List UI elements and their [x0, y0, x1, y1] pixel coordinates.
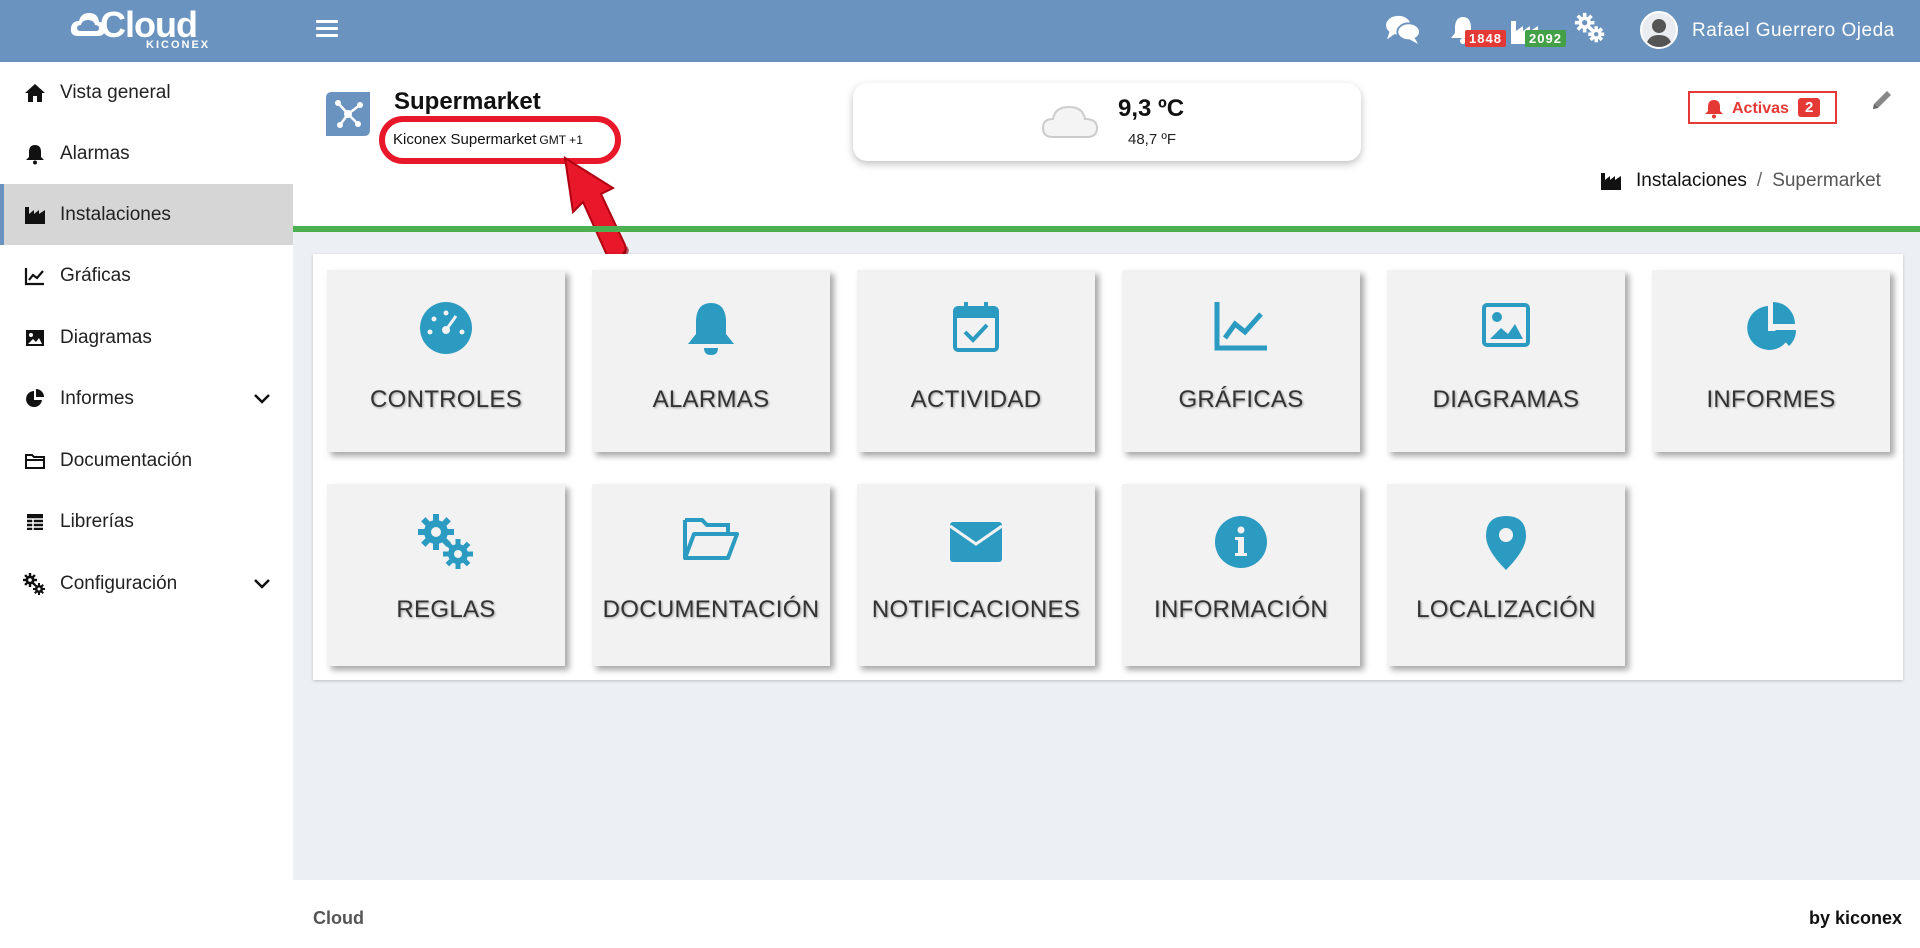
tile-alarmas[interactable]: ALARMAS — [592, 270, 830, 452]
menu-toggle-icon[interactable] — [316, 20, 338, 42]
breadcrumb-current: Supermarket — [1772, 170, 1881, 191]
table-icon — [27, 513, 43, 530]
breadcrumb-instalaciones[interactable]: Instalaciones — [1636, 170, 1747, 192]
sidebar-item-label: Diagramas — [60, 326, 152, 348]
user-avatar[interactable] — [1640, 11, 1678, 49]
gauge-icon — [420, 302, 472, 354]
tile-label: ALARMAS — [652, 386, 770, 413]
tile-label: INFORMACIÓN — [1154, 596, 1328, 623]
pie-chart-icon — [26, 388, 44, 407]
tile-label: REGLAS — [396, 596, 496, 623]
weather-card: 9,3 ºC 48,7 ºF — [853, 83, 1361, 161]
tile-label: GRÁFICAS — [1178, 386, 1304, 413]
user-silhouette-icon — [1646, 19, 1672, 47]
tile-actividad[interactable]: ACTIVIDAD — [857, 270, 1095, 452]
alarms-count-badge: 1848 — [1465, 30, 1506, 47]
gears-icon[interactable] — [1572, 12, 1608, 44]
gears-icon — [418, 514, 473, 569]
pointer-arrow-icon — [563, 156, 629, 261]
image-icon — [1482, 303, 1530, 347]
sidebar-item-label: Vista general — [60, 81, 171, 103]
tile-label: DOCUMENTACIÓN — [602, 596, 820, 623]
sidebar-item-graficas[interactable]: Gráficas — [0, 245, 293, 306]
sidebar-item-configuracion[interactable]: Configuración — [0, 553, 293, 614]
sidebar-item-diagramas[interactable]: Diagramas — [0, 307, 293, 368]
sidebar-item-alarmas[interactable]: Alarmas — [0, 123, 293, 184]
bell-icon — [688, 303, 734, 355]
chevron-down-icon[interactable] — [252, 389, 272, 409]
tile-graficas[interactable]: GRÁFICAS — [1122, 270, 1360, 452]
tile-localizacion[interactable]: LOCALIZACIÓN — [1387, 484, 1625, 666]
tile-diagramas[interactable]: DIAGRAMAS — [1387, 270, 1625, 452]
cloud-icon — [1041, 105, 1099, 138]
line-chart-icon — [24, 267, 44, 285]
folder-icon — [25, 453, 45, 469]
sidebar: Vista general Alarmas Instalaciones Gráf… — [0, 62, 293, 948]
tile-label: NOTIFICACIONES — [871, 596, 1081, 623]
tile-informacion[interactable]: INFORMACIÓN — [1122, 484, 1360, 666]
calendar-check-icon — [953, 302, 999, 352]
site-logo-icon — [326, 92, 370, 136]
footer: Cloud by kiconex — [293, 880, 1920, 948]
tile-label: DIAGRAMAS — [1432, 386, 1580, 413]
tile-documentacion[interactable]: DOCUMENTACIÓN — [592, 484, 830, 666]
sidebar-item-label: Gráficas — [60, 264, 131, 286]
installations-count-badge: 2092 — [1525, 30, 1566, 47]
page-title: Supermarket — [394, 88, 541, 115]
sidebar-item-vista-general[interactable]: Vista general — [0, 62, 293, 123]
sidebar-item-label: Documentación — [60, 449, 193, 471]
sidebar-item-documentacion[interactable]: Documentación — [0, 430, 293, 491]
chevron-down-icon[interactable] — [252, 574, 272, 594]
breadcrumb: Instalaciones / Supermarket — [1600, 170, 1881, 192]
gears-icon — [23, 572, 45, 595]
sidebar-item-librerias[interactable]: Librerías — [0, 491, 293, 552]
chat-icon[interactable] — [1384, 13, 1422, 45]
footer-app-name: Cloud — [313, 908, 364, 928]
bell-icon — [26, 144, 44, 164]
pie-chart-icon — [1747, 302, 1796, 350]
sidebar-item-label: Configuración — [60, 572, 178, 594]
tile-label: CONTROLES — [369, 386, 523, 413]
tile-reglas[interactable]: REGLAS — [327, 484, 565, 666]
app-logo[interactable]: Cloud KICONEX — [70, 4, 220, 54]
home-icon — [25, 83, 45, 102]
sidebar-item-instalaciones[interactable]: Instalaciones — [0, 184, 293, 245]
bell-icon — [1705, 100, 1723, 119]
logo-subtext: KICONEX — [146, 39, 211, 51]
active-alarms-label: Activas — [1732, 100, 1789, 117]
sidebar-item-label: Instalaciones — [60, 203, 171, 225]
line-chart-icon — [1214, 302, 1267, 351]
sidebar-item-informes[interactable]: Informes — [0, 368, 293, 429]
tile-controles[interactable]: CONTROLES — [327, 270, 565, 452]
active-alarms-button[interactable]: Activas 2 — [1688, 91, 1837, 124]
temperature-fahrenheit: 48,7 ºF — [1128, 131, 1177, 148]
sidebar-item-label: Librerías — [60, 510, 134, 532]
user-name[interactable]: Rafael Guerrero Ojeda — [1692, 20, 1895, 42]
map-marker-icon — [1486, 516, 1526, 570]
tile-informes[interactable]: INFORMES — [1652, 270, 1890, 452]
sidebar-item-label: Alarmas — [60, 142, 130, 164]
pencil-icon[interactable] — [1870, 88, 1894, 112]
status-bar-line — [293, 226, 1920, 232]
top-bar: Cloud KICONEX 1848 2092 Rafael Guerrero … — [0, 0, 1920, 62]
envelope-icon — [949, 522, 1003, 562]
folder-open-icon — [683, 518, 739, 560]
modules-panel: CONTROLES ALARMAS ACTIVIDAD GRÁFICAS DIA… — [313, 254, 1903, 680]
sidebar-item-label: Informes — [60, 387, 134, 409]
factory-icon — [25, 206, 45, 224]
footer-credit: by kiconex — [1808, 908, 1902, 928]
temperature-celsius: 9,3 ºC — [1118, 95, 1185, 122]
info-icon — [1215, 516, 1267, 568]
tile-label: ACTIVIDAD — [910, 386, 1042, 413]
factory-icon — [1601, 173, 1621, 190]
tile-label: INFORMES — [1706, 386, 1836, 413]
image-icon — [26, 329, 44, 346]
tile-label: LOCALIZACIÓN — [1416, 596, 1596, 623]
tile-notificaciones[interactable]: NOTIFICACIONES — [857, 484, 1095, 666]
active-alarms-count: 2 — [1798, 98, 1821, 117]
breadcrumb-separator: / — [1756, 170, 1763, 191]
